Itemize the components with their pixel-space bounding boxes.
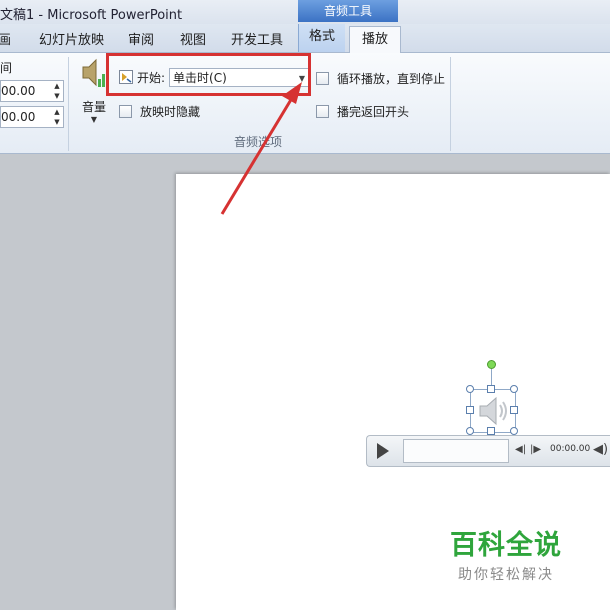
rotation-handle[interactable] <box>487 360 496 369</box>
play-icon[interactable] <box>377 443 389 459</box>
rotation-connector <box>491 369 492 386</box>
resize-handle-bottom[interactable] <box>487 427 495 435</box>
audio-speaker-icon[interactable] <box>476 393 510 429</box>
resize-handle-bottom-left[interactable] <box>466 427 474 435</box>
resize-handle-right[interactable] <box>510 406 518 414</box>
resize-handle-bottom-right[interactable] <box>510 427 518 435</box>
annotation-arrow <box>220 82 302 215</box>
resize-handle-top-left[interactable] <box>466 385 474 393</box>
watermark-sub: 助你轻松解决 <box>458 567 554 583</box>
resize-handle-top[interactable] <box>487 385 495 393</box>
audio-player-bar: ◀| |▶ 00:00.00 ◀) <box>366 435 610 467</box>
step-back-icon[interactable]: ◀| <box>515 444 526 455</box>
playback-track[interactable] <box>403 439 509 463</box>
watermark-main: 百科全说 <box>450 530 562 561</box>
player-volume-icon[interactable]: ◀) <box>593 442 608 457</box>
player-time: 00:00.00 <box>550 444 591 454</box>
watermark: 百科全说 助你轻松解决 <box>450 523 590 584</box>
step-forward-icon[interactable]: |▶ <box>530 444 541 455</box>
resize-handle-top-right[interactable] <box>510 385 518 393</box>
resize-handle-left[interactable] <box>466 406 474 414</box>
